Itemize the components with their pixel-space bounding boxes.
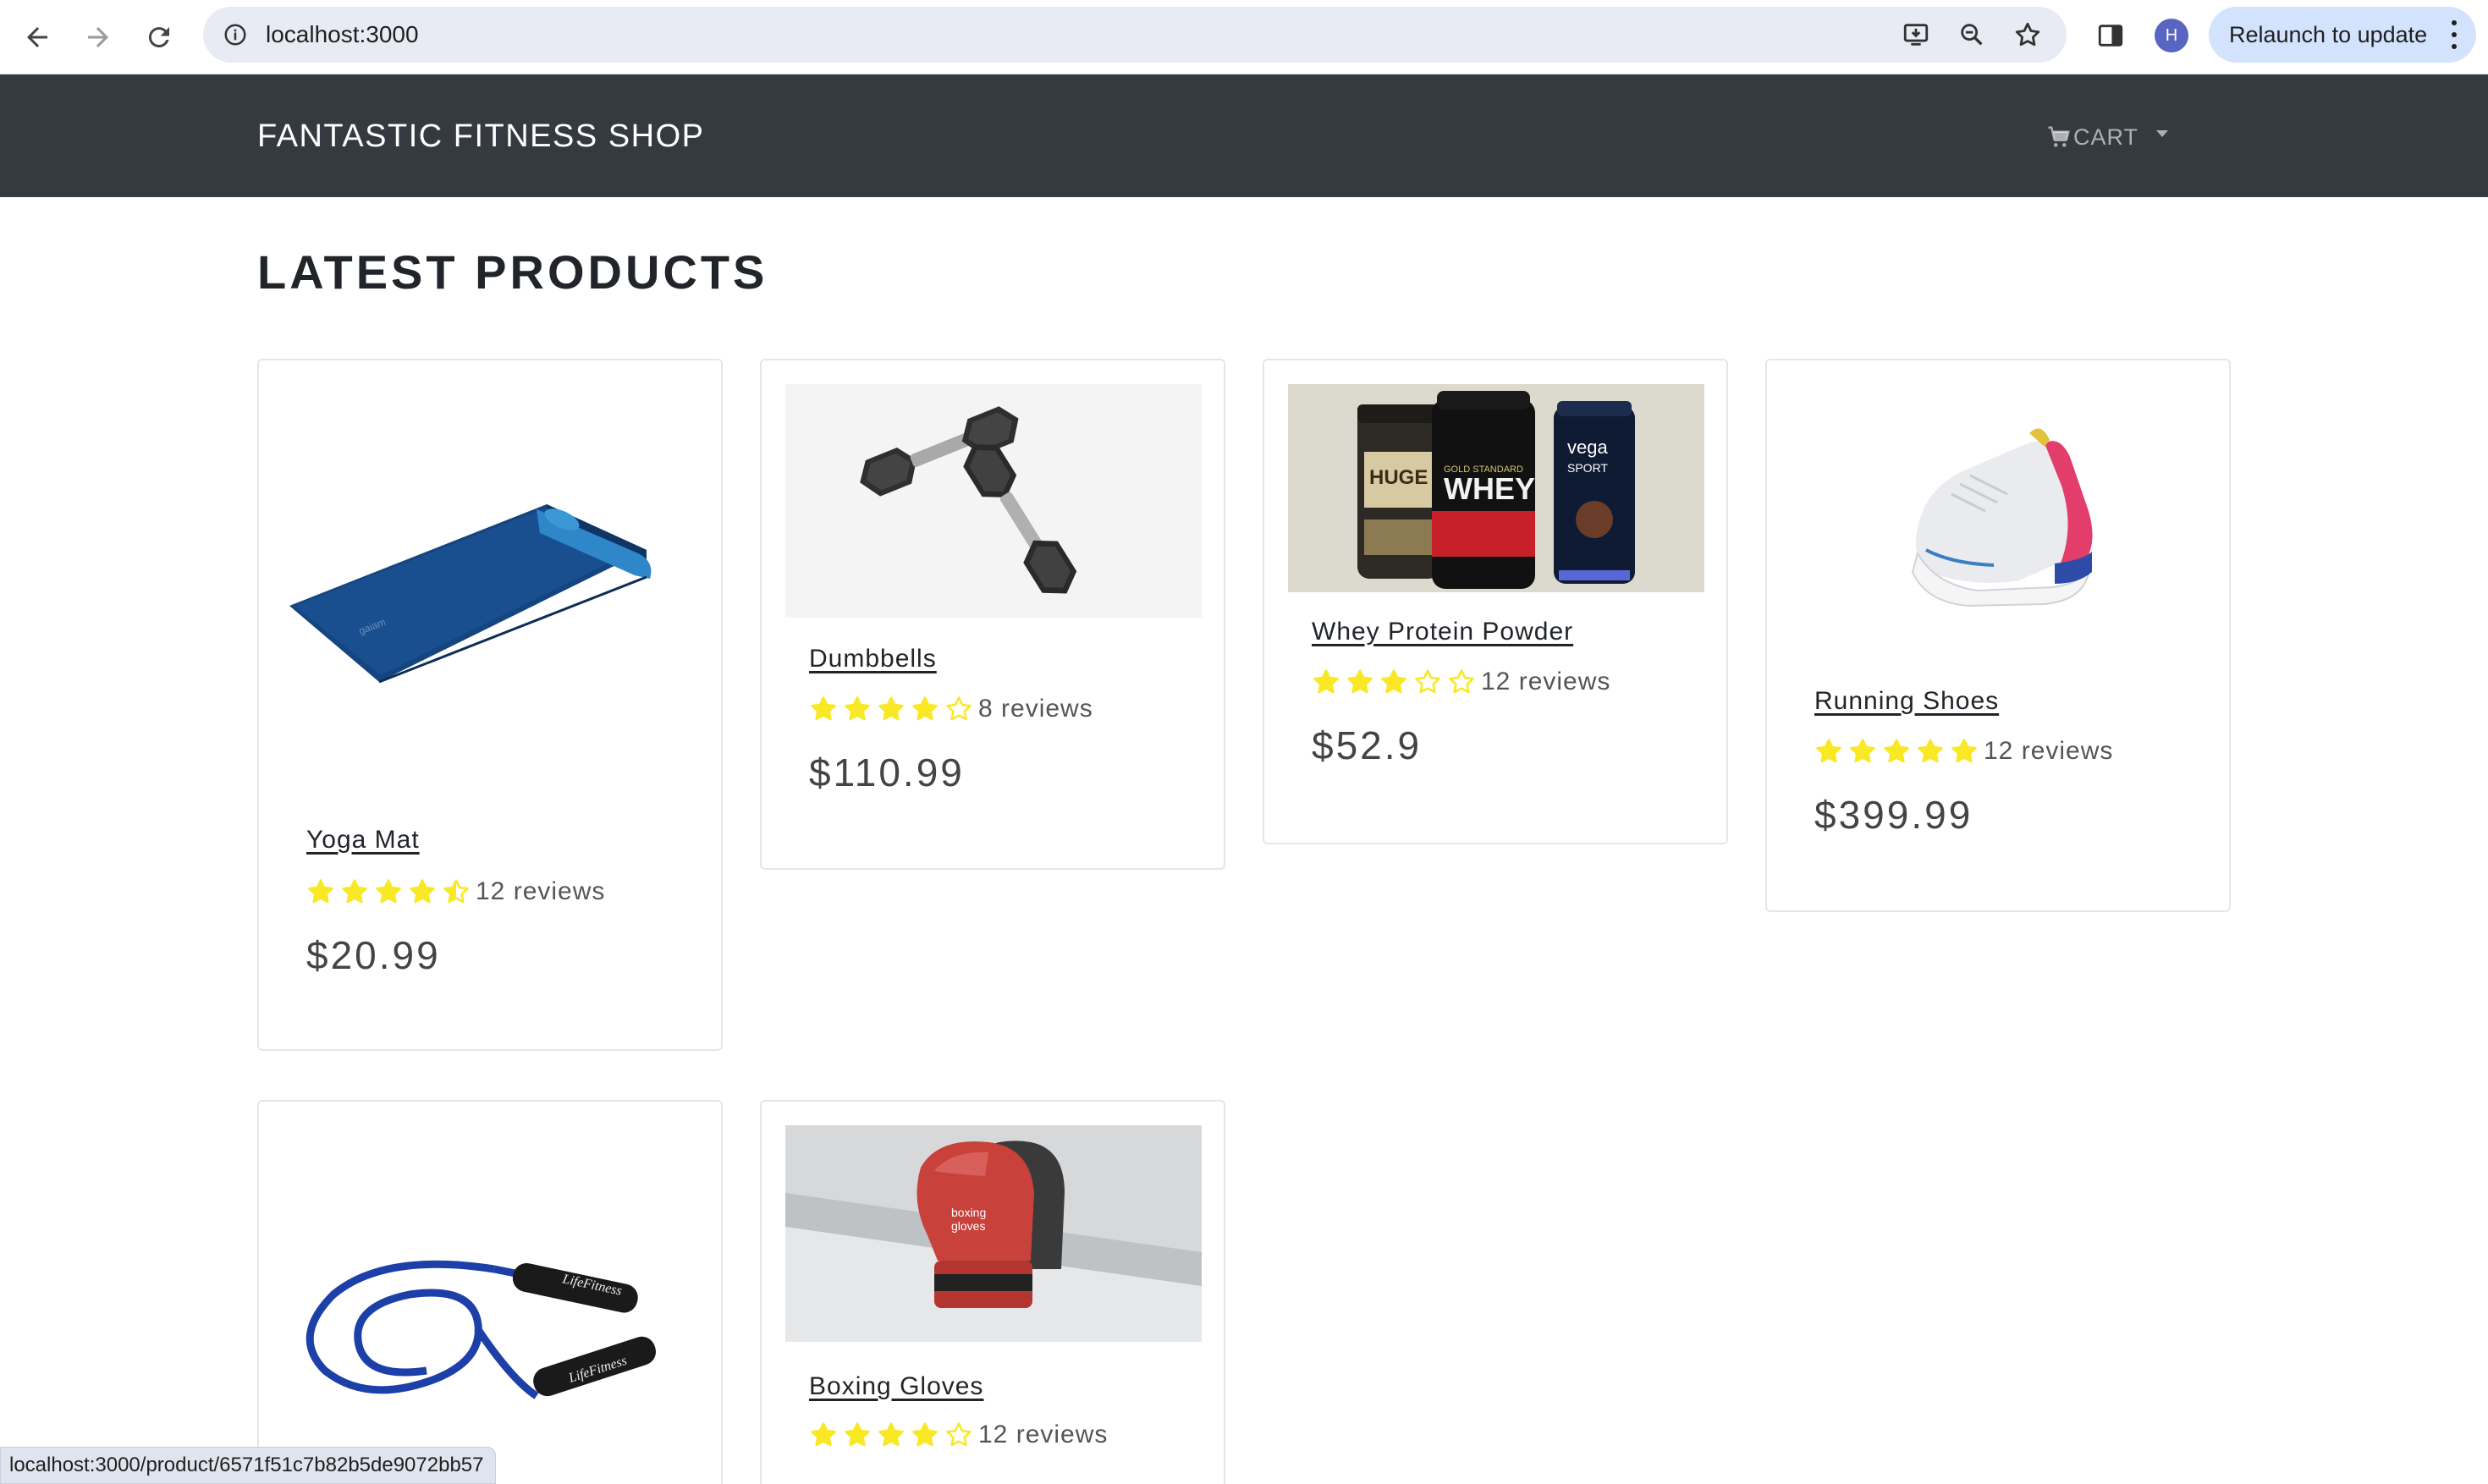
star-full-icon (845, 696, 870, 721)
product-card: gaiam Yoga Mat 12 reviews $20.99 (257, 359, 723, 1051)
star-full-icon (1918, 739, 1943, 763)
reload-button[interactable] (134, 12, 184, 63)
cart-icon (2048, 126, 2070, 147)
product-price: $52.9 (1312, 723, 1423, 767)
svg-text:GOLD STANDARD: GOLD STANDARD (1444, 464, 1523, 475)
svg-text:HUGE: HUGE (1369, 466, 1428, 489)
product-rating: 12 reviews (809, 1418, 1108, 1452)
star-full-icon (376, 879, 401, 904)
star-full-icon (1951, 739, 1977, 763)
bookmark-star-icon[interactable] (2009, 16, 2046, 53)
star-full-icon (912, 1422, 938, 1447)
product-price: $399.99 (1814, 793, 1973, 837)
star-rating (809, 1421, 978, 1449)
svg-text:boxing: boxing (951, 1206, 986, 1219)
product-card: Dumbbells 8 reviews $110.99 (760, 359, 1225, 870)
forward-button[interactable] (73, 12, 124, 63)
star-full-icon (1381, 669, 1406, 694)
product-rating: 12 reviews (306, 875, 605, 909)
site-info-icon[interactable] (217, 16, 254, 53)
side-panel-icon[interactable] (2092, 17, 2129, 54)
review-count: 12 reviews (1481, 668, 1611, 695)
review-count: 12 reviews (978, 1421, 1109, 1448)
site-navbar: FANTASTIC FITNESS SHOP CART (0, 74, 2488, 197)
svg-text:WHEY: WHEY (1444, 471, 1535, 506)
product-name[interactable]: Boxing Gloves (809, 1371, 983, 1403)
review-count: 12 reviews (476, 877, 606, 905)
star-full-icon (1816, 739, 1841, 763)
star-full-icon (845, 1422, 870, 1447)
brand-link[interactable]: FANTASTIC FITNESS SHOP (257, 107, 704, 166)
product-image-boxing-gloves[interactable]: boxing gloves (785, 1125, 1202, 1342)
address-bar[interactable]: localhost:3000 (203, 7, 2067, 63)
product-name[interactable]: Running Shoes (1814, 685, 1999, 717)
svg-text:vega: vega (1567, 437, 1608, 458)
address-bar-url: localhost:3000 (266, 21, 419, 47)
star-full-icon (1884, 739, 1909, 763)
star-rating (809, 695, 978, 723)
star-full-icon (811, 696, 836, 721)
product-image-jump-rope[interactable]: LifeFitness LifeFitness (283, 1125, 699, 1481)
back-arrow-icon (27, 27, 47, 47)
star-full-icon (1313, 669, 1339, 694)
reload-icon (148, 27, 169, 48)
star-rating (306, 877, 476, 906)
star-full-icon (1347, 669, 1373, 694)
star-full-icon (342, 879, 367, 904)
star-full-icon (912, 696, 938, 721)
product-name[interactable]: Yoga Mat (306, 824, 420, 856)
product-card: boxing gloves Boxing Gloves 12 reviews (760, 1100, 1225, 1484)
profile-avatar[interactable]: H (2155, 19, 2188, 52)
product-image-protein-tubs[interactable]: HUGE WHEY GOLD STANDARD vega SPORT (1288, 384, 1704, 592)
forward-arrow-icon (88, 27, 108, 47)
relaunch-to-update-button[interactable]: Relaunch to update (2209, 7, 2476, 63)
star-empty-icon (1415, 669, 1440, 694)
star-full-icon (1850, 739, 1875, 763)
svg-text:gloves: gloves (951, 1219, 985, 1233)
product-rating: 8 reviews (809, 692, 1093, 726)
star-rating (1814, 737, 1984, 766)
svg-text:SPORT: SPORT (1567, 461, 1608, 475)
product-image-dumbbells[interactable] (785, 384, 1202, 618)
install-app-icon[interactable] (1897, 16, 1935, 53)
star-empty-icon (946, 696, 972, 721)
zoom-icon[interactable] (1953, 16, 1990, 53)
star-rating (1312, 668, 1481, 696)
product-name[interactable]: Dumbbells (809, 643, 937, 675)
browser-toolbar: localhost:3000 H Relaunch to update (0, 0, 2488, 74)
star-empty-icon (1449, 669, 1474, 694)
star-full-icon (878, 1422, 904, 1447)
star-empty-icon (946, 1422, 972, 1447)
cart-link[interactable]: CART (2046, 112, 2138, 162)
more-menu-icon[interactable] (2451, 20, 2458, 49)
product-price: $20.99 (306, 933, 441, 977)
product-card: LifeFitness LifeFitness (257, 1100, 723, 1484)
star-full-icon (308, 879, 333, 904)
status-bar-url: localhost:3000/product/6571f51c7b82b5de9… (0, 1447, 497, 1484)
user-dropdown-caret-icon[interactable] (2156, 130, 2168, 137)
product-card: Running Shoes 12 reviews $399.99 (1765, 359, 2231, 912)
review-count: 12 reviews (1984, 737, 2114, 765)
cart-label: CART (2073, 124, 2139, 150)
back-button[interactable] (12, 12, 63, 63)
product-image-running-shoe[interactable] (1791, 384, 2207, 663)
review-count: 8 reviews (978, 695, 1093, 723)
star-half-icon (443, 879, 469, 904)
product-name[interactable]: Whey Protein Powder (1312, 616, 1573, 648)
page-title: LATEST PRODUCTS (257, 245, 768, 299)
product-image-yoga-mat[interactable]: gaiam (283, 384, 699, 790)
star-full-icon (811, 1422, 836, 1447)
product-price: $110.99 (809, 750, 965, 794)
star-full-icon (878, 696, 904, 721)
relaunch-label: Relaunch to update (2229, 21, 2428, 47)
product-rating: 12 reviews (1312, 665, 1610, 699)
product-card: HUGE WHEY GOLD STANDARD vega SPORT Whey … (1263, 359, 1728, 844)
star-full-icon (410, 879, 435, 904)
product-rating: 12 reviews (1814, 734, 2113, 768)
